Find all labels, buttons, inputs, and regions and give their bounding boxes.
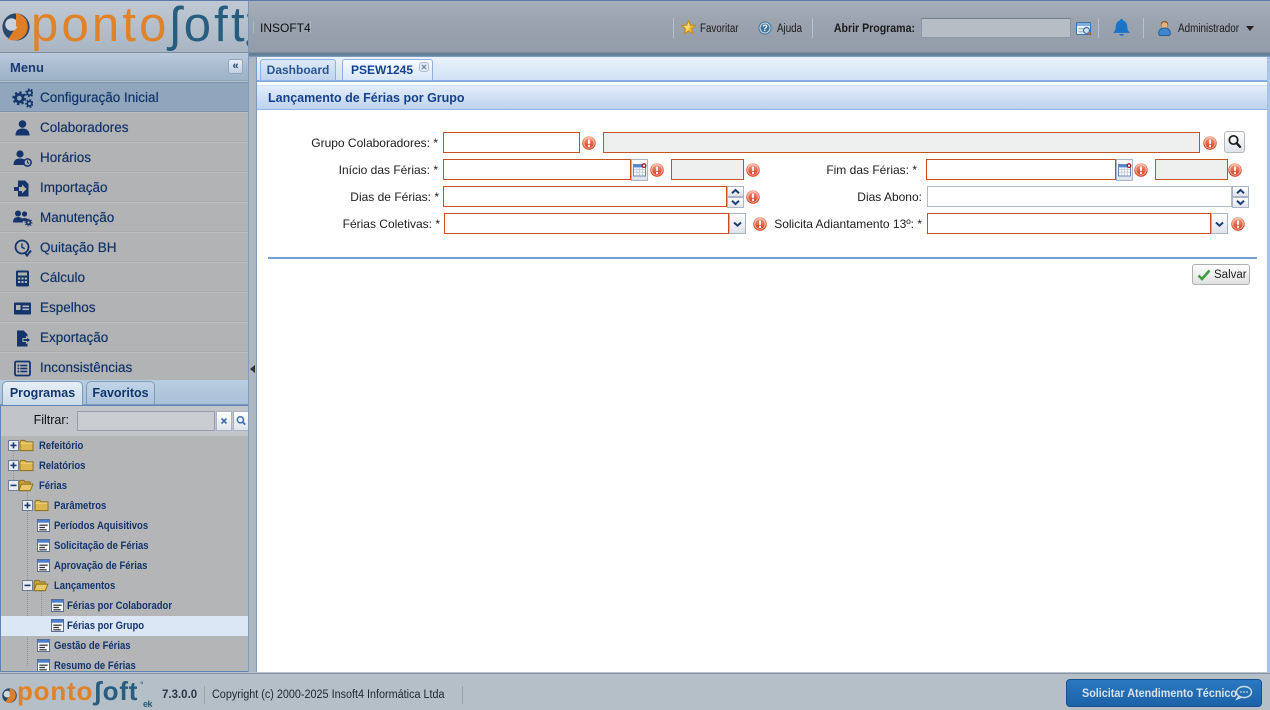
svg-text:?: ? [762, 23, 768, 33]
